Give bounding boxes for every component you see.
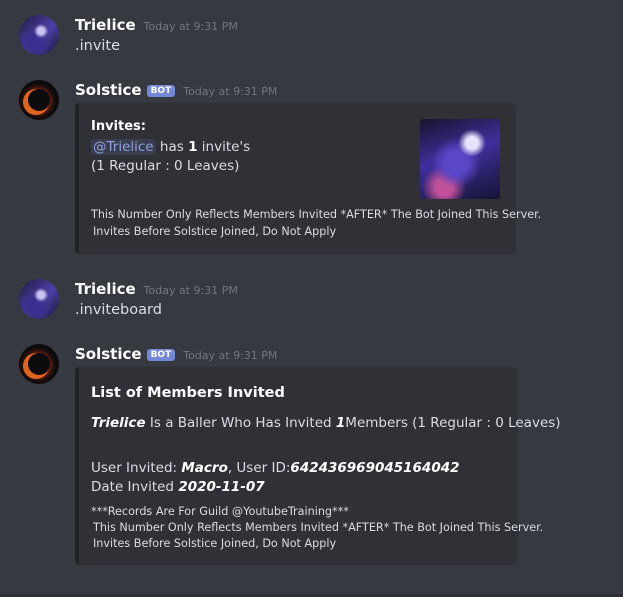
embed-footer-line: Invites Before Solstice Joined, Do Not A… [93, 225, 337, 238]
embed-footer-line: This Number Only Reflects Members Invite… [91, 208, 542, 221]
invited-count: 1 [335, 415, 346, 431]
date-invited-label: Date Invited [91, 479, 175, 495]
timestamp: Today at 9:31 PM [183, 349, 278, 362]
message-text: .inviteboard [75, 302, 162, 318]
embed-inviter-line: Trielice Is a Baller Who Has Invited 1Me… [91, 415, 561, 431]
message-trielice-invite: Trielice Today at 9:31 PM .invite [0, 0, 623, 70]
embed-invite-line: @Trielice has 1 invite's [91, 139, 250, 155]
text-members: Members (1 Regular : 0 Leaves) [345, 415, 561, 431]
bot-tag: BOT [146, 349, 176, 361]
avatar[interactable] [19, 15, 59, 55]
user-invited-name: Macro [181, 460, 228, 476]
message-solstice-invites: Solstice BOT Today at 9:31 PM Invites: @… [0, 70, 623, 270]
embed-user-invited-line: User Invited: Macro, User ID:64243696904… [91, 460, 460, 476]
message-trielice-inviteboard: Trielice Today at 9:31 PM .inviteboard [0, 270, 623, 340]
user-id: 642436969045164042 [290, 460, 460, 476]
eclipse-icon [28, 353, 50, 375]
username[interactable]: Solstice [75, 81, 142, 99]
embed-breakdown: (1 Regular : 0 Leaves) [91, 158, 240, 174]
inviter-name: Trielice [91, 415, 146, 431]
embed-title: Invites: [91, 119, 146, 134]
text-baller: Is a Baller Who Has Invited [149, 415, 332, 431]
embed-date-line: Date Invited 2020-11-07 [91, 479, 265, 495]
timestamp: Today at 9:31 PM [143, 20, 238, 33]
username[interactable]: Trielice [75, 280, 136, 298]
invite-count: 1 [188, 139, 198, 155]
timestamp: Today at 9:31 PM [143, 284, 238, 297]
embed: List of Members Invited Trielice Is a Ba… [75, 367, 561, 565]
embed: Invites: @Trielice has 1 invite's (1 Reg… [75, 103, 541, 254]
username[interactable]: Solstice [75, 345, 142, 363]
avatar[interactable] [19, 279, 59, 319]
timestamp: Today at 9:31 PM [183, 85, 278, 98]
message-solstice-inviteboard: Solstice BOT Today at 9:31 PM List of Me… [0, 334, 623, 584]
embed-footer-line: This Number Only Reflects Members Invite… [93, 521, 544, 534]
embed-thumbnail[interactable] [420, 119, 500, 199]
text-has: has [159, 139, 184, 155]
embed-title: List of Members Invited [91, 385, 285, 401]
avatar[interactable] [19, 80, 59, 120]
bot-tag: BOT [146, 85, 176, 97]
username[interactable]: Trielice [75, 16, 136, 34]
user-id-label: , User ID: [227, 460, 291, 476]
date-invited: 2020-11-07 [178, 479, 265, 495]
message-text: .invite [75, 38, 121, 54]
embed-footer-line: Invites Before Solstice Joined, Do Not A… [93, 537, 337, 550]
user-mention[interactable]: @Trielice [91, 139, 156, 155]
eclipse-icon [28, 89, 50, 111]
avatar[interactable] [19, 344, 59, 384]
embed-footer-line: ***Records Are For Guild @YoutubeTrainin… [91, 505, 349, 518]
user-invited-label: User Invited: [91, 460, 178, 476]
text-invites: invite's [201, 139, 251, 155]
